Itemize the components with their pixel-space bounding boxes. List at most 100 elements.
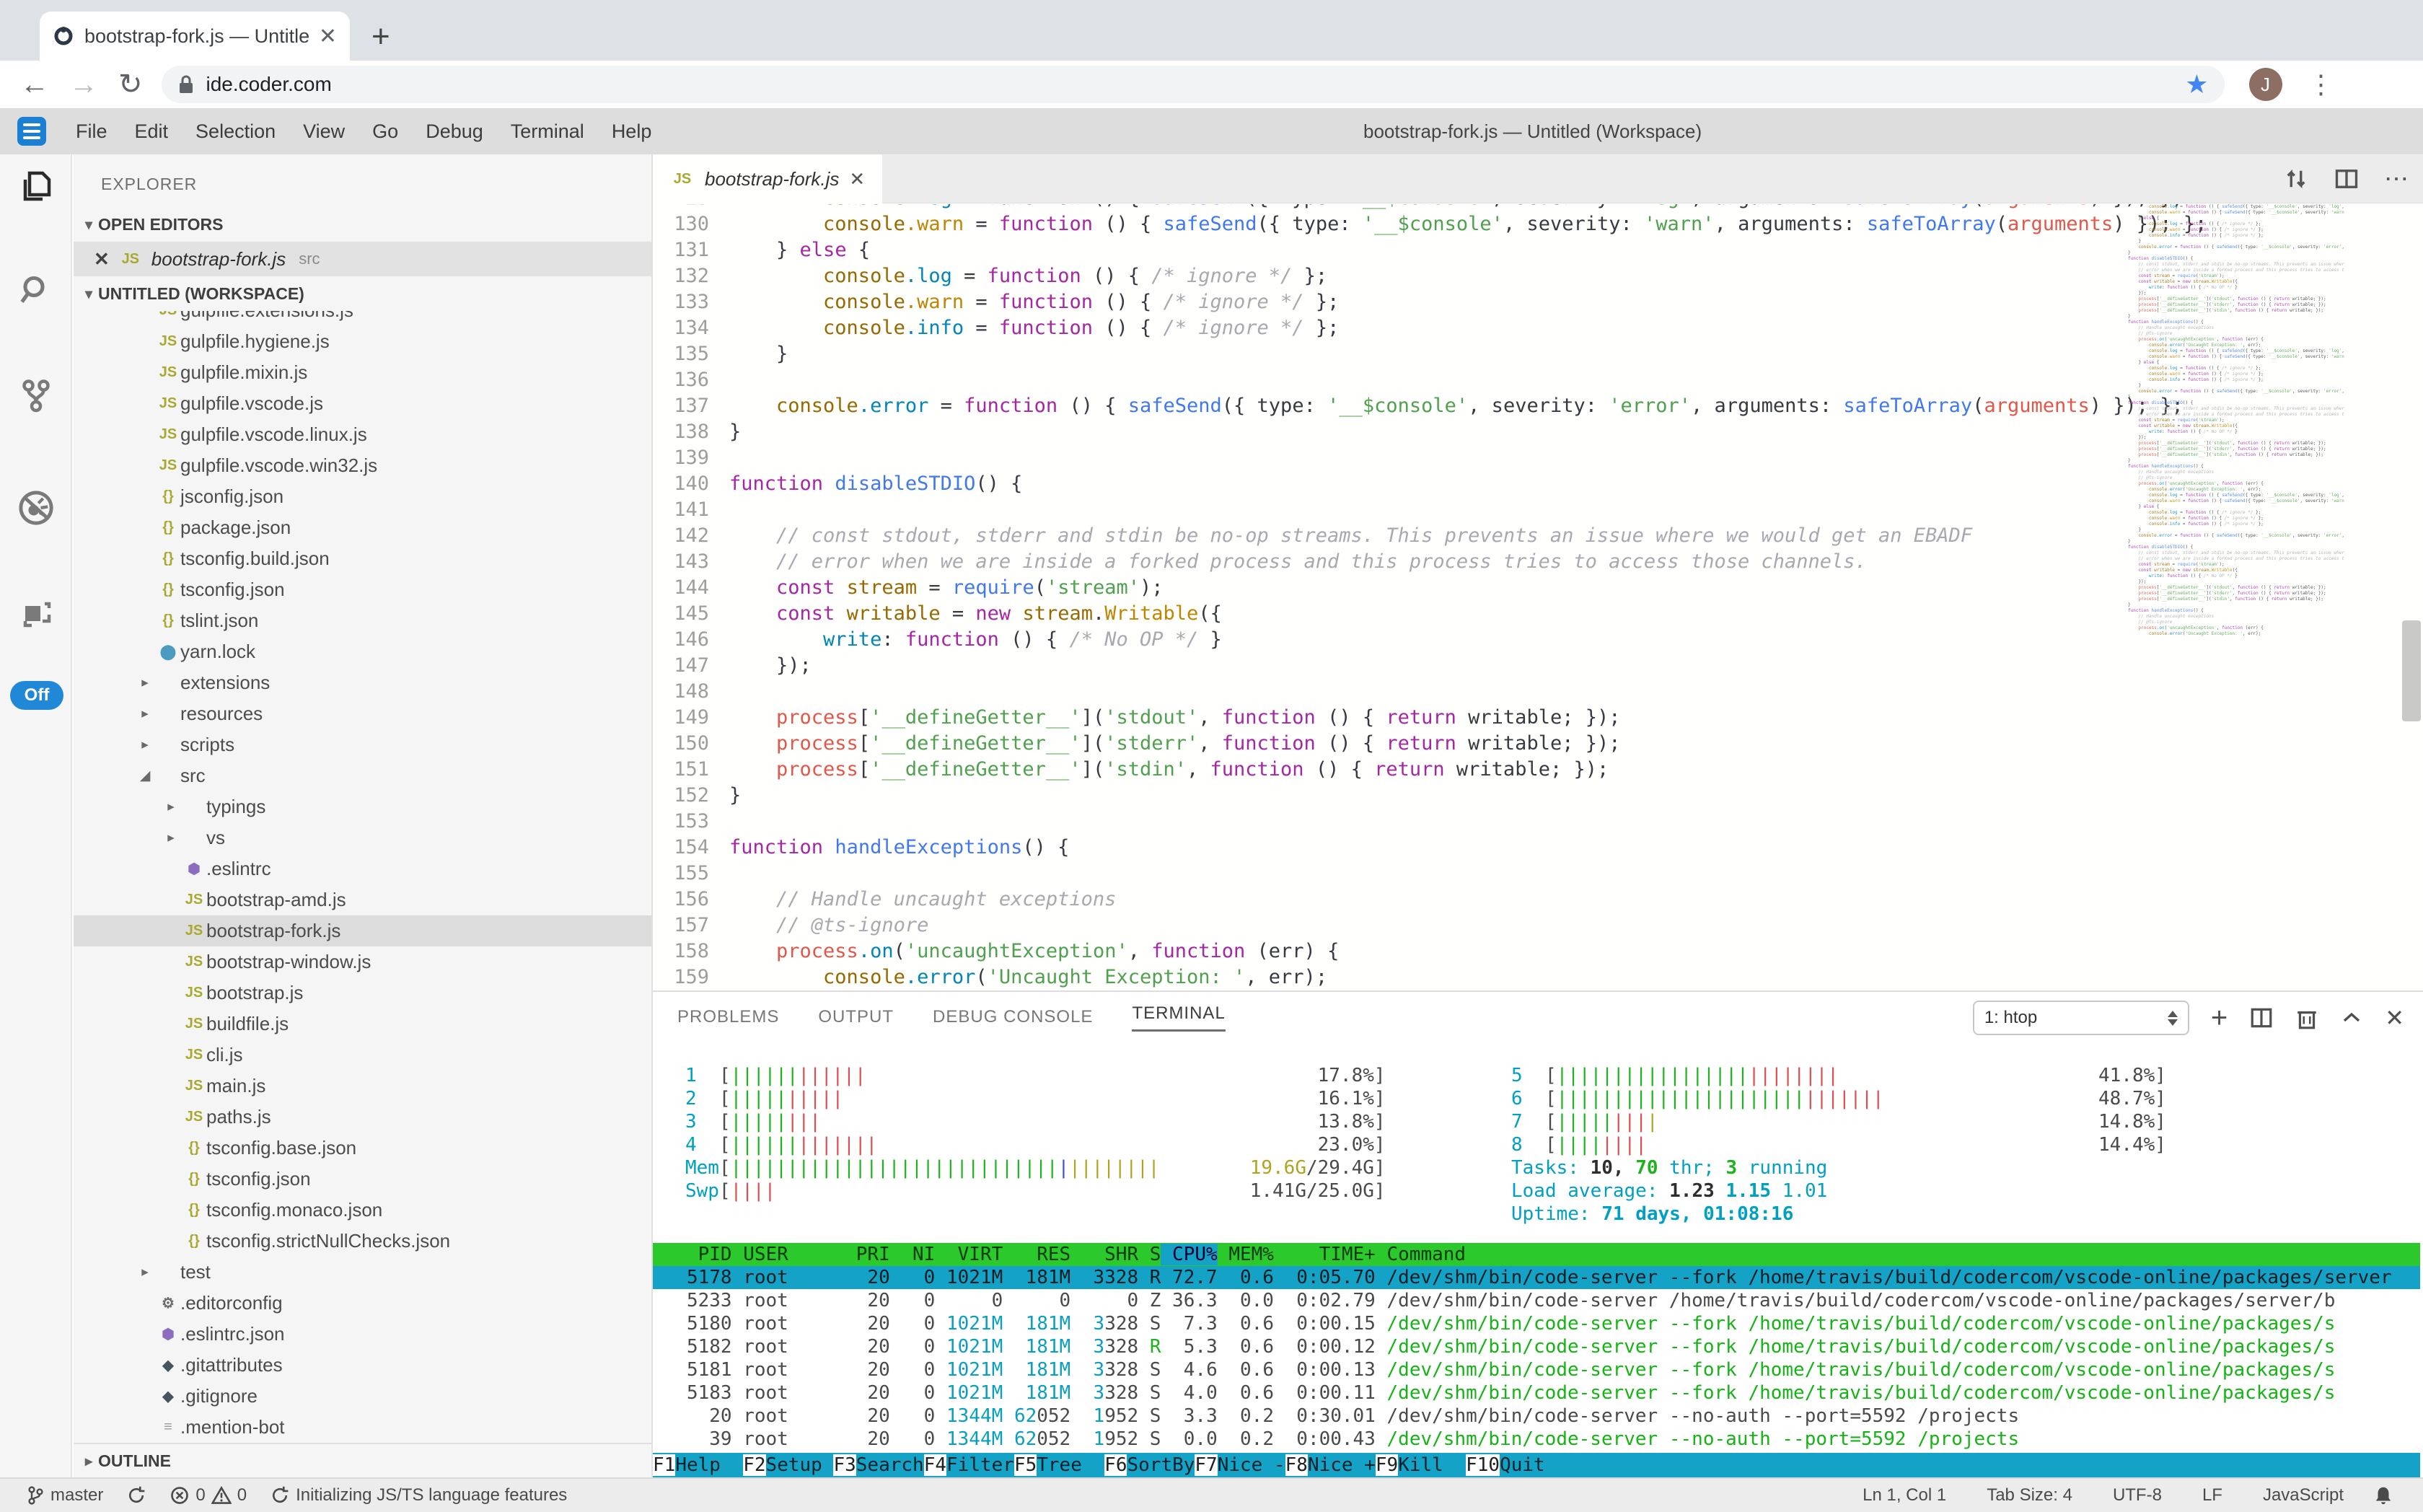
htop-process-row-39[interactable]: 39 root 20 0 1344M 62052 1952 S 0.0 0.2 … — [653, 1428, 2420, 1451]
status-ln-1-col-1[interactable]: Ln 1, Col 1 — [1863, 1485, 1946, 1506]
debug-disabled-icon[interactable] — [0, 489, 72, 527]
terminal-select[interactable]: 1: htop — [1973, 1001, 2189, 1035]
address-bar[interactable]: ide.coder.com ★ — [162, 66, 2225, 103]
status-javascript[interactable]: JavaScript — [2263, 1485, 2344, 1506]
extensions-icon[interactable] — [0, 597, 72, 632]
browser-tab[interactable]: bootstrap-fork.js — Untitled (W ✕ — [40, 12, 350, 61]
tree-item-.eslintrc.json[interactable]: ⬢.eslintrc.json — [74, 1319, 651, 1350]
tree-item-typings[interactable]: ▸ typings — [74, 791, 651, 822]
tree-item-bootstrap.js[interactable]: JSbootstrap.js — [74, 977, 651, 1008]
new-terminal-icon[interactable]: + — [2211, 1002, 2228, 1034]
browser-menu-icon[interactable]: ⋮ — [2308, 69, 2334, 100]
tree-item-tsconfig.json[interactable]: {}tsconfig.json — [74, 1164, 651, 1195]
tree-item-gulpfile.hygiene.js[interactable]: JSgulpfile.hygiene.js — [74, 326, 651, 357]
menu-help[interactable]: Help — [598, 120, 666, 142]
tree-item-src[interactable]: ◢ src — [74, 760, 651, 791]
htop-process-row-5181[interactable]: 5181 root 20 0 1021M 181M 3328 S 4.6 0.6… — [653, 1358, 2420, 1381]
tree-item-extensions[interactable]: ▸ extensions — [74, 667, 651, 698]
status-badge[interactable]: Off — [10, 681, 63, 710]
open-editor-item[interactable]: ✕ JS bootstrap-fork.js src — [74, 242, 651, 276]
htop-process-row-5182[interactable]: 5182 root 20 0 1021M 181M 3328 R 5.3 0.6… — [653, 1335, 2420, 1358]
more-actions-icon[interactable]: ⋯ — [2384, 164, 2409, 193]
maximize-panel-icon[interactable] — [2340, 1006, 2363, 1029]
split-editor-icon[interactable] — [2334, 166, 2360, 192]
tree-item-scripts[interactable]: ▸ scripts — [74, 729, 651, 760]
outline-header[interactable]: ▸ OUTLINE — [74, 1443, 651, 1477]
git-branch-item[interactable]: master — [26, 1485, 103, 1506]
avatar[interactable]: J — [2249, 68, 2282, 101]
tree-item-package.json[interactable]: {}package.json — [74, 512, 651, 543]
bookmark-star-icon[interactable]: ★ — [2185, 69, 2208, 100]
workspace-header[interactable]: ▾ UNTITLED (WORKSPACE) — [74, 276, 651, 311]
tree-item-jsconfig.json[interactable]: {}jsconfig.json — [74, 481, 651, 512]
terminal[interactable]: 1 [|||||||||||| 17.8%]2 [|||||||||| 16.1… — [653, 1042, 2423, 1477]
minimap[interactable]: console.log = function () { safeSend({ t… — [2128, 204, 2344, 788]
close-icon[interactable]: ✕ — [94, 248, 110, 271]
menu-debug[interactable]: Debug — [412, 120, 497, 142]
panel-tab-problems[interactable]: PROBLEMS — [677, 1007, 779, 1027]
menu-terminal[interactable]: Terminal — [497, 120, 598, 142]
close-panel-icon[interactable]: ✕ — [2385, 1004, 2404, 1032]
tree-item-bootstrap-fork.js[interactable]: JSbootstrap-fork.js — [74, 915, 651, 946]
tree-item-resources[interactable]: ▸ resources — [74, 698, 651, 729]
tree-item-main.js[interactable]: JSmain.js — [74, 1071, 651, 1102]
compare-changes-icon[interactable] — [2283, 166, 2309, 192]
htop-process-row-5178[interactable]: 5178 root 20 0 1021M 181M 3328 R 72.7 0.… — [653, 1266, 2420, 1289]
sync-item[interactable] — [126, 1485, 146, 1506]
tree-item-tsconfig.base.json[interactable]: {}tsconfig.base.json — [74, 1133, 651, 1164]
panel-tab-debug-console[interactable]: DEBUG CONSOLE — [933, 1007, 1093, 1027]
tree-item-gulpfile.vscode.linux.js[interactable]: JSgulpfile.vscode.linux.js — [74, 419, 651, 450]
tree-item-paths.js[interactable]: JSpaths.js — [74, 1102, 651, 1133]
split-terminal-icon[interactable] — [2249, 1006, 2274, 1030]
editor-scrollbar[interactable] — [2402, 620, 2421, 721]
htop-process-row-5183[interactable]: 5183 root 20 0 1021M 181M 3328 S 4.0 0.6… — [653, 1381, 2420, 1405]
kill-terminal-icon[interactable] — [2295, 1006, 2318, 1030]
tree-item-tsconfig.strictNullChecks.json[interactable]: {}tsconfig.strictNullChecks.json — [74, 1226, 651, 1257]
tree-item-.editorconfig[interactable]: ⚙.editorconfig — [74, 1288, 651, 1319]
app-logo[interactable] — [17, 117, 46, 146]
tree-item-.gitattributes[interactable]: ◆.gitattributes — [74, 1350, 651, 1381]
new-tab-button[interactable]: + — [371, 19, 390, 55]
tree-item-buildfile.js[interactable]: JSbuildfile.js — [74, 1008, 651, 1040]
tree-item-gulpfile.vscode.js[interactable]: JSgulpfile.vscode.js — [74, 388, 651, 419]
tree-item-.eslintrc[interactable]: ⬢.eslintrc — [74, 853, 651, 884]
tree-item-.gitignore[interactable]: ◆.gitignore — [74, 1381, 651, 1412]
tree-item-tslint.json[interactable]: {}tslint.json — [74, 605, 651, 636]
tree-item-gulpfile.vscode.win32.js[interactable]: JSgulpfile.vscode.win32.js — [74, 450, 651, 481]
menu-go[interactable]: Go — [359, 120, 412, 142]
explorer-icon[interactable] — [0, 169, 72, 203]
status-tab-size-4[interactable]: Tab Size: 4 — [1987, 1485, 2072, 1506]
search-icon[interactable] — [0, 273, 72, 307]
tree-item-bootstrap-amd.js[interactable]: JSbootstrap-amd.js — [74, 884, 651, 915]
status-utf-8[interactable]: UTF-8 — [2113, 1485, 2162, 1506]
htop-table-header[interactable]: PID USER PRI NI VIRT RES SHR S CPU% MEM%… — [653, 1243, 2420, 1266]
menu-selection[interactable]: Selection — [182, 120, 289, 142]
bell-icon[interactable] — [2373, 1485, 2394, 1506]
tree-item-tsconfig.monaco.json[interactable]: {}tsconfig.monaco.json — [74, 1195, 651, 1226]
menu-view[interactable]: View — [289, 120, 359, 142]
reload-icon[interactable]: ↻ — [118, 68, 143, 101]
htop-process-row-5233[interactable]: 5233 root 20 0 0 0 0 Z 36.3 0.0 0:02.79 … — [653, 1289, 2420, 1312]
open-editors-header[interactable]: ▾ OPEN EDITORS — [74, 207, 651, 242]
htop-process-row-5180[interactable]: 5180 root 20 0 1021M 181M 3328 S 7.3 0.6… — [653, 1312, 2420, 1335]
editor-tab[interactable]: JS bootstrap-fork.js ✕ — [653, 154, 882, 203]
tree-item-gulpfile.mixin.js[interactable]: JSgulpfile.mixin.js — [74, 357, 651, 388]
back-icon[interactable]: ← — [20, 69, 49, 101]
tree-item-gulpfile.extensions.js[interactable]: JSgulpfile.extensions.js — [74, 311, 651, 326]
panel-tab-output[interactable]: OUTPUT — [818, 1007, 894, 1027]
tree-item-test[interactable]: ▸ test — [74, 1257, 651, 1288]
htop-process-row-20[interactable]: 20 root 20 0 1344M 62052 1952 S 3.3 0.2 … — [653, 1405, 2420, 1428]
tree-item-tsconfig.json[interactable]: {}tsconfig.json — [74, 574, 651, 605]
menu-file[interactable]: File — [62, 120, 121, 142]
source-control-icon[interactable] — [0, 378, 72, 413]
panel-tab-terminal[interactable]: TERMINAL — [1132, 1003, 1225, 1032]
tree-item-tsconfig.build.json[interactable]: {}tsconfig.build.json — [74, 543, 651, 574]
tree-item-vs[interactable]: ▸ vs — [74, 822, 651, 853]
tab-close-icon[interactable]: ✕ — [849, 168, 865, 190]
tree-item-yarn.lock[interactable]: ⬤yarn.lock — [74, 636, 651, 667]
problems-item[interactable]: 0 0 — [170, 1485, 247, 1506]
menu-edit[interactable]: Edit — [121, 120, 183, 142]
tree-item-cli.js[interactable]: JScli.js — [74, 1040, 651, 1071]
language-status-item[interactable]: Initializing JS/TS language features — [270, 1485, 567, 1506]
tree-item-bootstrap-window.js[interactable]: JSbootstrap-window.js — [74, 946, 651, 977]
